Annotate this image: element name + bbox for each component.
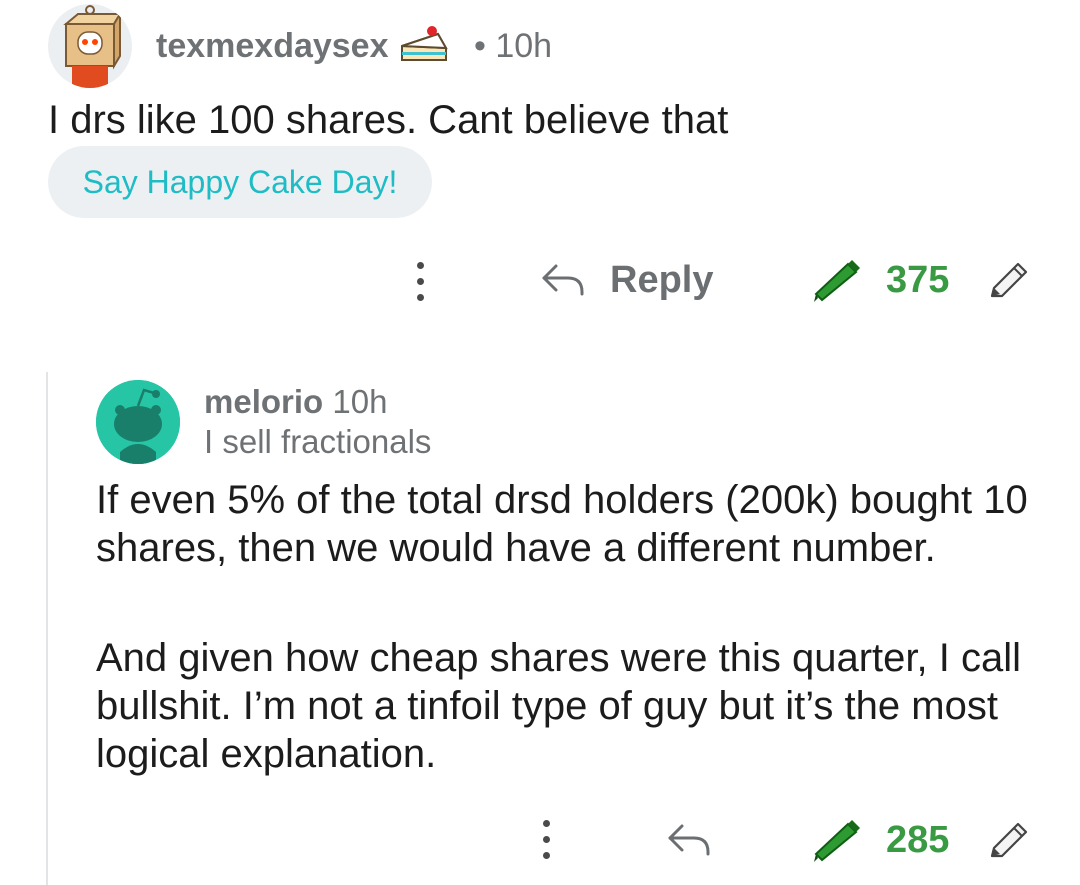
avatar[interactable] bbox=[48, 4, 132, 88]
comment-score: 375 bbox=[886, 259, 950, 301]
comment-body-paragraph: If even 5% of the total drsd holders (20… bbox=[96, 478, 1028, 570]
reply-arrow-icon[interactable] bbox=[540, 262, 586, 298]
green-crayon-icon[interactable] bbox=[810, 818, 862, 862]
comment-timestamp: • 10h bbox=[474, 27, 553, 65]
comment-timestamp: 10h bbox=[332, 383, 388, 420]
more-options-icon[interactable] bbox=[536, 820, 556, 864]
more-options-icon[interactable] bbox=[410, 262, 430, 306]
say-happy-cake-day-button[interactable]: Say Happy Cake Day! bbox=[48, 146, 432, 218]
comment-score: 285 bbox=[886, 819, 950, 861]
avatar[interactable] bbox=[96, 380, 180, 464]
comment-body-paragraph: And given how cheap shares were this qua… bbox=[96, 636, 1021, 776]
green-crayon-icon[interactable] bbox=[810, 258, 862, 302]
pencil-icon[interactable] bbox=[988, 820, 1030, 860]
comment-username[interactable]: melorio bbox=[204, 383, 323, 420]
thread-line[interactable] bbox=[46, 372, 48, 885]
reply-arrow-icon[interactable] bbox=[666, 822, 712, 858]
default-snoo-avatar-icon bbox=[96, 380, 180, 464]
cake-day-icon bbox=[398, 22, 450, 66]
pencil-icon[interactable] bbox=[988, 260, 1030, 300]
user-flair: I sell fractionals bbox=[204, 423, 432, 460]
comment-body: I drs like 100 shares. Cant believe that bbox=[48, 98, 729, 142]
reply-button[interactable]: Reply bbox=[610, 258, 713, 302]
snoo-box-head-avatar-icon bbox=[63, 5, 122, 88]
comment-author-line: melorio 10h bbox=[204, 382, 387, 422]
comment-username[interactable]: texmexdaysex bbox=[156, 26, 389, 66]
